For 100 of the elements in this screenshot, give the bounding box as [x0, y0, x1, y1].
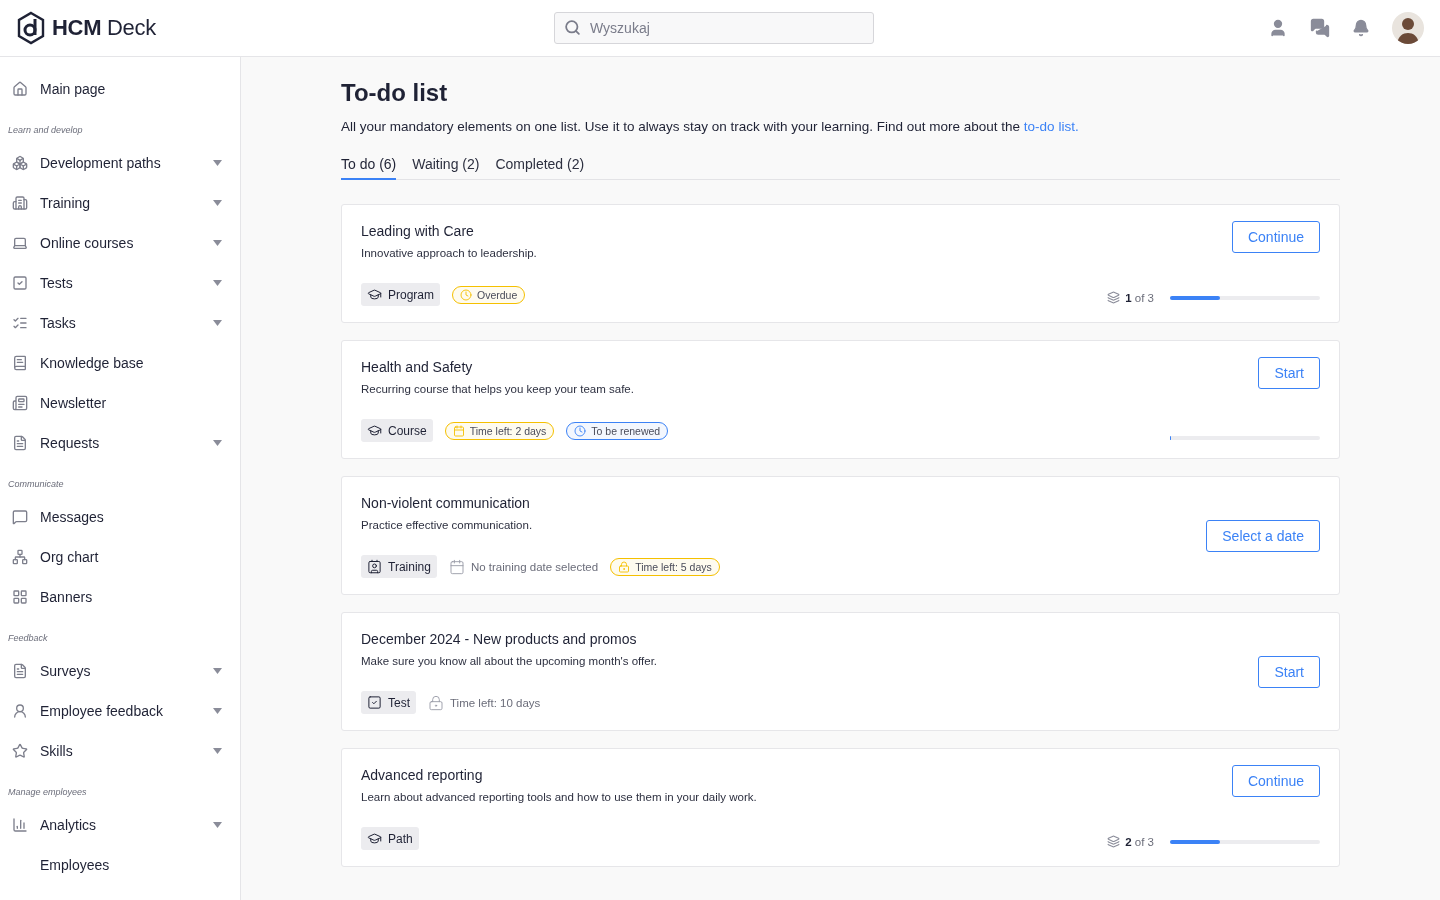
status-badge: Overdue — [452, 285, 526, 304]
document-icon — [12, 663, 28, 679]
card-description: Practice effective communication. — [361, 519, 534, 531]
search-icon — [564, 19, 581, 36]
sidebar-item[interactable]: Knowledge base — [0, 343, 240, 383]
sidebar-item[interactable]: Banners — [0, 577, 240, 617]
layers-icon — [1107, 291, 1121, 304]
caret-icon — [213, 748, 222, 754]
tab[interactable]: Waiting (2) — [412, 156, 480, 180]
section-heading: Feedback — [7, 632, 49, 645]
cubes-icon — [12, 155, 28, 171]
sidebar-item[interactable]: Training — [0, 183, 240, 223]
sidebar-item[interactable]: Analytics — [0, 805, 240, 845]
lock-icon — [428, 694, 444, 711]
search-field[interactable]: Wyszukaj — [554, 12, 874, 44]
action-button[interactable]: Continue — [1231, 221, 1320, 253]
section-heading: Manage employees — [7, 786, 88, 799]
calendar-icon — [452, 424, 465, 437]
card-description: Recurring course that helps you keep your team safe. — [361, 383, 635, 395]
sidebar-item[interactable]: Requests — [0, 423, 240, 463]
chat-icon[interactable] — [1310, 18, 1330, 38]
person-icon — [12, 703, 28, 719]
caret-icon — [213, 320, 222, 326]
tab[interactable]: To do (6) — [341, 156, 397, 180]
caret-icon — [213, 668, 222, 674]
status-badge: Time left: 2 days — [444, 421, 555, 440]
speech-bubble-icon — [12, 509, 28, 525]
checkbox-icon — [367, 695, 382, 710]
logo-icon — [16, 11, 46, 45]
card-description: Make sure you know all about the upcoming month's offer. — [361, 655, 659, 667]
sidebar-item[interactable]: Skills — [0, 731, 240, 771]
card-description: Learn about advanced reporting tools and how to use them in your daily work. — [361, 791, 758, 803]
caret-icon — [213, 280, 222, 286]
sidebar-item[interactable]: Main page — [0, 69, 240, 109]
sidebar-item[interactable]: Tests — [0, 263, 240, 303]
progress-count: 2 of 3 — [1125, 835, 1154, 848]
graduation-cap-icon — [367, 287, 382, 302]
caret-icon — [213, 708, 222, 714]
sidebar-item[interactable]: Development paths — [0, 143, 240, 183]
calendar-icon — [448, 558, 465, 575]
profile-icon[interactable] — [1268, 18, 1288, 38]
house-icon — [12, 81, 28, 97]
sidebar-item[interactable]: Employee feedback — [0, 691, 240, 731]
action-button[interactable]: Start — [1258, 655, 1320, 688]
sidebar-item[interactable]: Surveys — [0, 651, 240, 691]
type-tag: Course — [361, 419, 433, 442]
newspaper-icon — [12, 395, 28, 411]
grid-icon — [12, 589, 28, 605]
layers-icon — [1107, 835, 1121, 848]
sidebar-item[interactable]: Newsletter — [0, 383, 240, 423]
sidebar-item[interactable]: Tasks — [0, 303, 240, 343]
card-title: Non-violent communication — [361, 495, 531, 511]
sidebar-item[interactable]: Online courses — [0, 223, 240, 263]
graduation-cap-icon — [367, 423, 382, 438]
status-text: No training date selected — [470, 560, 599, 573]
section-heading: Communicate — [7, 478, 65, 491]
clock-icon — [574, 424, 587, 437]
to-do-list-link[interactable]: to-do list. — [1023, 119, 1079, 134]
checkbox-icon — [12, 275, 28, 291]
caret-icon — [213, 822, 222, 828]
caret-icon — [213, 200, 222, 206]
card-title: Health and Safety — [361, 359, 474, 375]
graduation-cap-icon — [367, 831, 382, 846]
type-tag: Program — [361, 283, 440, 306]
caret-icon — [213, 160, 222, 166]
progress-count: 1 of 3 — [1125, 291, 1154, 304]
building-icon — [12, 195, 28, 211]
card-title: Advanced reporting — [361, 767, 484, 783]
org-chart-icon — [12, 549, 28, 565]
action-button[interactable]: Start — [1258, 357, 1320, 389]
card-title: Leading with Care — [361, 223, 475, 239]
sidebar-item[interactable]: Messages — [0, 497, 240, 537]
book-icon — [12, 355, 28, 371]
caret-icon — [213, 240, 222, 246]
section-heading: Learn and develop — [7, 124, 84, 137]
tab[interactable]: Completed (2) — [495, 156, 585, 180]
status-text: Time left: 10 days — [450, 696, 541, 709]
status-badge: To be renewed — [566, 421, 669, 440]
card-title: December 2024 - New products and promos — [361, 631, 638, 647]
type-tag: Training — [361, 555, 437, 578]
user-avatar[interactable] — [1392, 12, 1424, 44]
logo-text: HCM Deck — [52, 15, 156, 41]
sidebar-item[interactable]: Org chart — [0, 537, 240, 577]
page-title: To-do list — [341, 79, 449, 107]
star-icon — [12, 743, 28, 759]
action-button[interactable]: Select a date — [1206, 519, 1320, 552]
type-tag: Test — [361, 691, 416, 714]
card-description: Innovative approach to leadership. — [361, 247, 538, 259]
laptop-icon — [12, 235, 28, 251]
id-badge-icon — [367, 559, 382, 574]
caret-icon — [213, 440, 222, 446]
sidebar-item[interactable]: Employees — [0, 845, 240, 885]
action-button[interactable]: Continue — [1231, 765, 1320, 797]
notifications-icon[interactable] — [1352, 19, 1370, 37]
document-icon — [12, 435, 28, 451]
clock-icon — [460, 288, 472, 301]
checklist-icon — [12, 315, 28, 331]
lock-icon — [618, 560, 631, 573]
intro-text: All your mandatory elements on one list. Use it to always stay on track with your learning. Find out more about the to-do list. — [341, 119, 1080, 134]
bar-chart-icon — [12, 817, 28, 833]
